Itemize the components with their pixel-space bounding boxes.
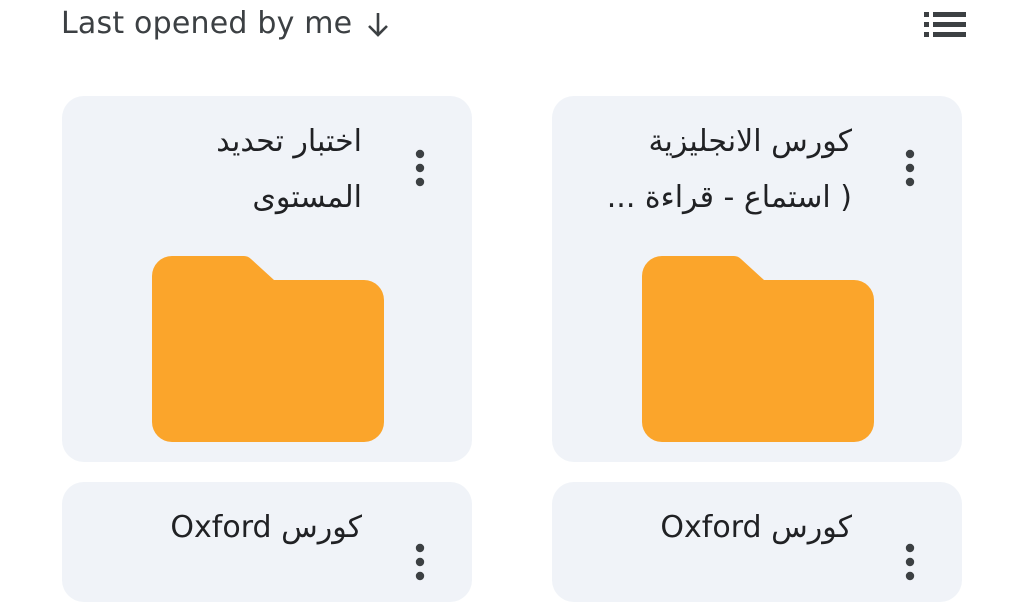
folder-title-line: المستوى bbox=[252, 180, 362, 215]
folder-card[interactable]: كورس Oxford bbox=[552, 482, 962, 602]
more-vert-icon[interactable] bbox=[898, 148, 922, 188]
folder-title-line: كورس Oxford bbox=[660, 510, 852, 545]
folder-title: كورس Oxford bbox=[562, 500, 852, 556]
sort-label: Last opened by me bbox=[61, 6, 353, 41]
folder-title-line: كورس الانجليزية bbox=[648, 124, 852, 159]
folder-card[interactable]: كورس Oxford bbox=[62, 482, 472, 602]
list-view-button[interactable] bbox=[920, 10, 970, 40]
folder-title-line: اختبار تحديد bbox=[216, 124, 362, 159]
list-view-icon bbox=[920, 12, 970, 44]
folder-title: كورس الانجليزية ( استماع - قراءة ... bbox=[562, 114, 852, 226]
sort-button[interactable]: Last opened by me bbox=[61, 4, 390, 44]
folder-icon bbox=[152, 256, 384, 442]
arrow-down-icon bbox=[366, 9, 390, 39]
more-vert-icon[interactable] bbox=[898, 542, 922, 582]
files-header: Last opened by me bbox=[0, 0, 1024, 60]
folder-title-line: كورس Oxford bbox=[170, 510, 362, 545]
more-vert-icon[interactable] bbox=[408, 148, 432, 188]
folder-card[interactable]: اختبار تحديد المستوى bbox=[62, 96, 472, 462]
folder-title: اختبار تحديد المستوى bbox=[72, 114, 362, 226]
folder-title-line: ( استماع - قراءة ... bbox=[606, 180, 852, 215]
more-vert-icon[interactable] bbox=[408, 542, 432, 582]
folder-icon bbox=[642, 256, 874, 442]
folder-card[interactable]: كورس الانجليزية ( استماع - قراءة ... bbox=[552, 96, 962, 462]
folder-title: كورس Oxford bbox=[72, 500, 362, 556]
